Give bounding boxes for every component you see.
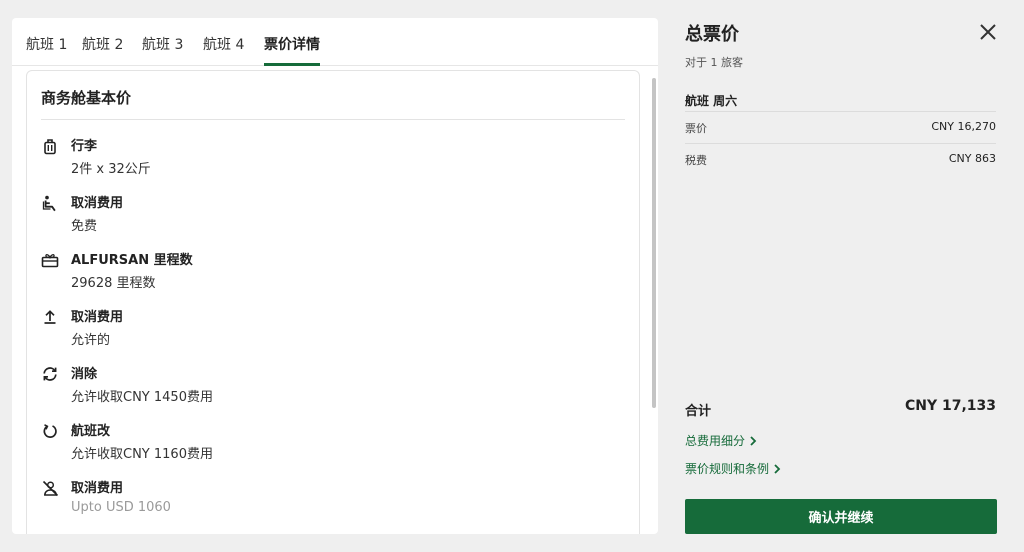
feature-value: 允许收取CNY 1160费用: [71, 447, 213, 462]
feature-cancellation: 取消费用 免费: [41, 192, 601, 238]
feature-miles: ALFURSAN 里程数 29628 里程数: [41, 249, 601, 295]
gift-icon: [41, 251, 59, 269]
chevron-right-icon: [774, 463, 781, 474]
feature-title: 取消费用: [71, 196, 124, 211]
row-value: CNY 16,270: [931, 120, 996, 133]
feature-title: 行李: [71, 139, 98, 154]
scrollbar[interactable]: [652, 78, 656, 408]
feature-title: 取消费用: [71, 481, 124, 496]
tab-flight-2[interactable]: 航班 2: [82, 34, 123, 66]
fare-card-title: 商务舱基本价: [41, 89, 132, 107]
row-label: 税费: [685, 154, 707, 167]
feature-baggage: 行李 2件 x 32公斤: [41, 135, 601, 181]
no-show-icon: [41, 479, 59, 497]
divider: [41, 119, 625, 120]
total-label: 合计: [685, 404, 712, 419]
price-summary-panel: 总票价 对于 1 旅客 航班 周六 票价 CNY 16,270 税费 CNY 8…: [672, 0, 1024, 552]
row-label: 票价: [685, 122, 707, 135]
passenger-count: 对于 1 旅客: [685, 56, 743, 69]
rotate-icon: [41, 422, 59, 440]
flight-section-title: 航班 周六: [685, 94, 738, 108]
link-label: 票价规则和条例: [685, 462, 770, 476]
tab-flight-3[interactable]: 航班 3: [142, 34, 183, 66]
feature-change: 航班改 允许收取CNY 1160费用: [41, 420, 601, 466]
tab-fare-details[interactable]: 票价详情: [264, 34, 320, 66]
luggage-icon: [41, 137, 59, 155]
feature-title: 取消费用: [71, 310, 124, 325]
chevron-right-icon: [750, 435, 757, 446]
price-row-fare: 票价 CNY 16,270: [685, 120, 996, 138]
link-label: 总费用细分: [685, 434, 746, 448]
upload-icon: [41, 308, 59, 326]
feature-no-show: 取消费用 Upto USD 1060: [41, 477, 601, 523]
total-value: CNY 17,133: [904, 398, 996, 414]
tab-flight-4[interactable]: 航班 4: [203, 34, 244, 66]
tab-flight-1[interactable]: 航班 1: [26, 34, 67, 66]
close-icon: [980, 24, 996, 40]
price-row-tax: 税费 CNY 863: [685, 152, 996, 170]
summary-title: 总票价: [685, 24, 739, 45]
feature-title: ALFURSAN 里程数: [71, 253, 193, 268]
feature-upgrade: 取消费用 允许的: [41, 306, 601, 352]
feature-value: Upto USD 1060: [71, 500, 171, 515]
feature-refund: 消除 允许收取CNY 1450费用: [41, 363, 601, 409]
row-value: CNY 863: [948, 152, 996, 165]
confirm-continue-button[interactable]: 确认并继续: [685, 499, 997, 534]
feature-value: 免费: [71, 219, 98, 234]
fare-details-panel: 航班 1 航班 2 航班 3 航班 4 票价详情 商务舱基本价 行李 2件 x …: [12, 18, 658, 534]
feature-value: 允许收取CNY 1450费用: [71, 390, 213, 405]
cost-breakdown-link[interactable]: 总费用细分: [685, 432, 757, 449]
fare-card: 商务舱基本价 行李 2件 x 32公斤 取消费用 免费 ALFURSAN 里程数…: [26, 70, 640, 534]
divider: [685, 143, 996, 144]
total-row: 合计 CNY 17,133: [685, 398, 996, 419]
fare-rules-link[interactable]: 票价规则和条例: [685, 460, 781, 477]
flight-tabs: 航班 1 航班 2 航班 3 航班 4 票价详情: [12, 18, 658, 66]
feature-value: 29628 里程数: [71, 276, 156, 291]
refresh-icon: [41, 365, 59, 383]
feature-value: 允许的: [71, 333, 111, 348]
feature-value: 2件 x 32公斤: [71, 162, 151, 177]
seat-icon: [41, 194, 59, 212]
feature-title: 消除: [71, 367, 98, 382]
feature-title: 航班改: [71, 424, 111, 439]
close-button[interactable]: [976, 20, 1000, 44]
divider: [685, 111, 996, 112]
